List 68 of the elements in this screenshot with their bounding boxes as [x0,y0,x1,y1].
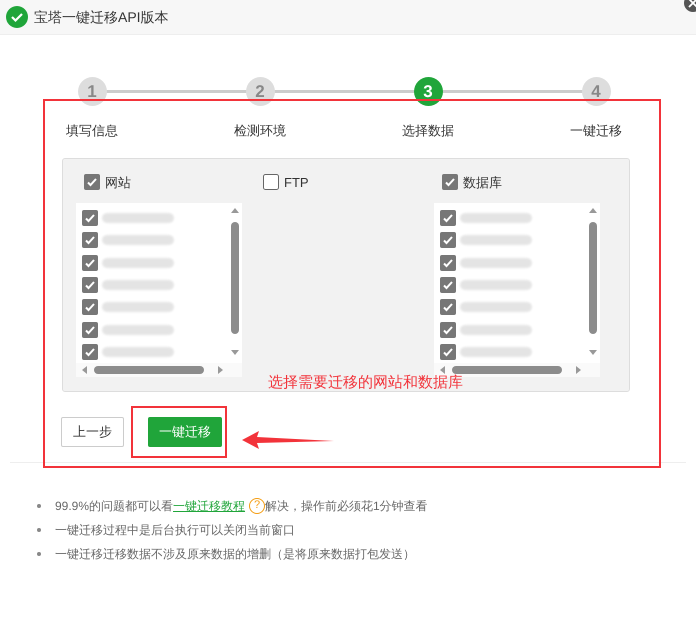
item-checkbox[interactable] [440,276,456,293]
help-icon[interactable]: ? [249,498,266,514]
scroll-up-icon[interactable] [589,208,597,213]
step-label: 一键迁移 [570,122,622,140]
item-checkbox[interactable] [440,210,456,226]
step-number: 4 [582,77,610,106]
item-checkbox[interactable] [82,254,98,271]
back-button[interactable]: 上一步 [61,416,124,446]
note-text: 一键迁移迁移数据不涉及原来数据的增删（是将原来数据打包发送） [55,546,415,562]
scrollbar-thumb[interactable] [94,366,204,374]
step-number: 1 [78,77,106,106]
tutorial-link[interactable]: 一键迁移教程 [173,496,246,514]
bullet-icon [37,528,41,532]
item-checkbox[interactable] [82,232,98,248]
item-checkbox[interactable] [440,232,456,248]
redaction-blur [460,324,532,335]
scrollbar-thumb[interactable] [231,222,239,334]
group-label: FTP [284,174,309,192]
redaction-blur [102,258,174,268]
redaction-blur [460,346,532,357]
scroll-right-icon[interactable] [576,366,581,374]
window-title: 宝塔一键迁移API版本 [34,8,169,26]
redaction-blur [460,280,532,290]
annotation-text: 选择需要迁移的网站和数据库 [268,372,463,392]
redaction-blur [102,213,174,224]
item-checkbox[interactable] [82,276,98,293]
bullet-icon [37,552,41,556]
scrollbar-thumb[interactable] [589,222,597,334]
redaction-blur [102,235,174,246]
item-checkbox[interactable] [440,344,456,360]
group-checkbox[interactable] [442,174,458,190]
group-label: 网站 [105,174,131,192]
note-text: 99.9%的问题都可以看 [55,498,174,514]
step-label: 填写信息 [66,122,118,140]
redaction-blur [102,302,174,312]
check-circle-icon [6,6,28,28]
bullet-icon [37,504,41,508]
migrate-button[interactable]: 一键迁移 [148,416,222,446]
redaction-blur [460,302,532,312]
item-checkbox[interactable] [440,254,456,271]
group-checkbox[interactable] [263,174,279,190]
note-text: 一键迁移过程中是后台执行可以关闭当前窗口 [55,522,295,538]
scroll-right-icon[interactable] [218,366,223,374]
scroll-up-icon[interactable] [231,208,239,213]
step-label: 检测环境 [234,122,286,140]
step-label: 选择数据 [402,122,454,140]
item-checkbox[interactable] [82,210,98,226]
item-checkbox[interactable] [440,299,456,316]
redaction-blur [102,324,174,335]
step-number: 2 [246,77,274,106]
scroll-down-icon[interactable] [589,350,597,355]
redaction-blur [460,235,532,246]
item-checkbox[interactable] [440,322,456,338]
item-checkbox[interactable] [82,299,98,316]
note-text: 解决，操作前必须花1分钟查看 [265,498,428,514]
item-checkbox[interactable] [82,322,98,338]
group-checkbox[interactable] [84,174,100,190]
scrollbar-thumb[interactable] [452,366,562,374]
redaction-blur [460,213,532,224]
group-label: 数据库 [463,174,502,192]
scroll-left-icon[interactable] [440,366,445,374]
scroll-left-icon[interactable] [82,366,87,374]
step-number: 3 [414,77,442,106]
redaction-blur [460,258,532,268]
redaction-blur [102,280,174,290]
item-checkbox[interactable] [82,344,98,360]
scroll-down-icon[interactable] [231,350,239,355]
redaction-blur [102,346,174,357]
